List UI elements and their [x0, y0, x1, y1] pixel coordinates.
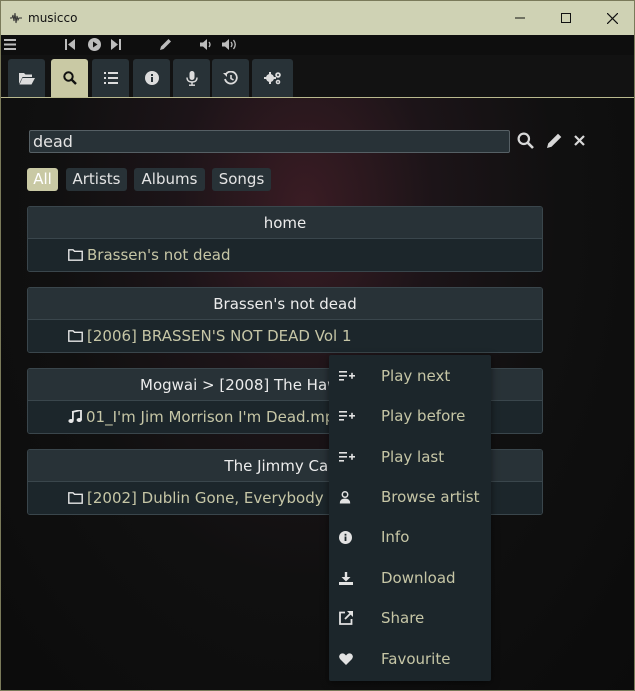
menu-item-label: Browse artist — [381, 488, 480, 506]
menu-item-label: Play before — [381, 407, 466, 425]
close-button[interactable] — [589, 1, 634, 35]
tab-playlist[interactable] — [92, 59, 129, 97]
folder-icon — [68, 492, 83, 504]
minimize-icon — [515, 17, 525, 19]
menu-item-label: Download — [381, 569, 456, 587]
menu-item-label: Favourite — [381, 650, 451, 668]
music-note-icon — [68, 410, 82, 424]
maximize-button[interactable] — [543, 1, 589, 35]
app-window: musicco dead All Artists Albums Songs ho… — [0, 0, 635, 691]
minimize-button[interactable] — [497, 1, 543, 35]
result-group: home Brassen's not dead — [27, 206, 543, 272]
close-icon — [606, 12, 618, 24]
result-item-label: [2006] BRASSEN'S NOT DEAD Vol 1 — [87, 327, 352, 345]
result-item-label: Brassen's not dead — [87, 246, 231, 264]
volume-up-icon[interactable] — [222, 38, 239, 51]
main-tabs — [1, 55, 634, 98]
result-item[interactable]: [2006] BRASSEN'S NOT DEAD Vol 1 — [28, 320, 542, 352]
filter-all[interactable]: All — [27, 168, 58, 191]
result-group: Brassen's not dead [2006] BRASSEN'S NOT … — [27, 287, 543, 353]
play-icon[interactable] — [88, 38, 101, 51]
result-item-label: [2002] Dublin Gone, Everybody Dead — [87, 489, 368, 507]
result-group-header[interactable]: home — [28, 207, 542, 239]
playlist-add-icon — [329, 411, 381, 421]
tab-search[interactable] — [51, 59, 88, 97]
filter-songs[interactable]: Songs — [212, 168, 271, 191]
search-input[interactable] — [29, 130, 510, 153]
player-toolbar — [1, 35, 634, 55]
window-title: musicco — [28, 11, 78, 25]
folder-icon — [68, 249, 83, 261]
tab-browse[interactable] — [8, 59, 45, 97]
app-logo-icon — [10, 12, 22, 24]
menu-icon[interactable] — [4, 39, 16, 50]
info-icon — [329, 530, 381, 544]
playlist-add-icon — [329, 452, 381, 462]
previous-icon[interactable] — [65, 39, 75, 50]
result-item-label: 01_I'm Jim Morrison I'm Dead.mp3 — [86, 408, 344, 426]
microphone-icon — [185, 70, 198, 86]
clear-icon[interactable] — [574, 135, 585, 146]
maximize-icon — [561, 13, 571, 23]
result-group-header[interactable]: Brassen's not dead — [28, 288, 542, 320]
folder-open-icon — [18, 72, 35, 84]
filter-albums[interactable]: Albums — [134, 168, 205, 191]
menu-item-play-last[interactable]: Play last — [329, 437, 491, 477]
menu-item-play-before[interactable]: Play before — [329, 396, 491, 436]
menu-item-share[interactable]: Share — [329, 598, 491, 638]
menu-item-download[interactable]: Download — [329, 558, 491, 598]
search-icon — [62, 71, 77, 85]
menu-item-label: Play next — [381, 367, 451, 385]
download-icon — [329, 571, 381, 585]
tab-info[interactable] — [133, 59, 170, 97]
tab-lyrics[interactable] — [173, 59, 210, 97]
tab-history[interactable] — [212, 59, 249, 97]
menu-item-label: Play last — [381, 448, 445, 466]
filter-artists[interactable]: Artists — [66, 168, 127, 191]
edit-icon[interactable] — [159, 38, 172, 51]
heart-icon — [329, 653, 381, 665]
history-icon — [223, 71, 238, 85]
user-icon — [329, 490, 381, 504]
menu-item-favourite[interactable]: Favourite — [329, 639, 491, 679]
volume-down-icon[interactable] — [200, 38, 213, 51]
menu-item-browse-artist[interactable]: Browse artist — [329, 477, 491, 517]
edit-icon[interactable] — [546, 132, 563, 149]
title-bar: musicco — [1, 1, 634, 35]
tab-settings[interactable] — [252, 59, 293, 97]
menu-item-label: Share — [381, 609, 425, 627]
menu-item-label: Info — [381, 528, 410, 546]
settings-icon — [263, 72, 281, 85]
folder-icon — [68, 330, 83, 342]
result-item[interactable]: Brassen's not dead — [28, 239, 542, 271]
search-icon[interactable] — [517, 132, 534, 149]
share-icon — [329, 611, 381, 625]
menu-item-play-next[interactable]: Play next — [329, 356, 491, 396]
next-icon[interactable] — [111, 39, 121, 50]
context-menu: Play next Play before Play last Browse a… — [329, 355, 491, 681]
list-icon — [103, 72, 118, 84]
playlist-add-icon — [329, 371, 381, 381]
menu-item-info[interactable]: Info — [329, 517, 491, 557]
info-icon — [144, 71, 159, 85]
